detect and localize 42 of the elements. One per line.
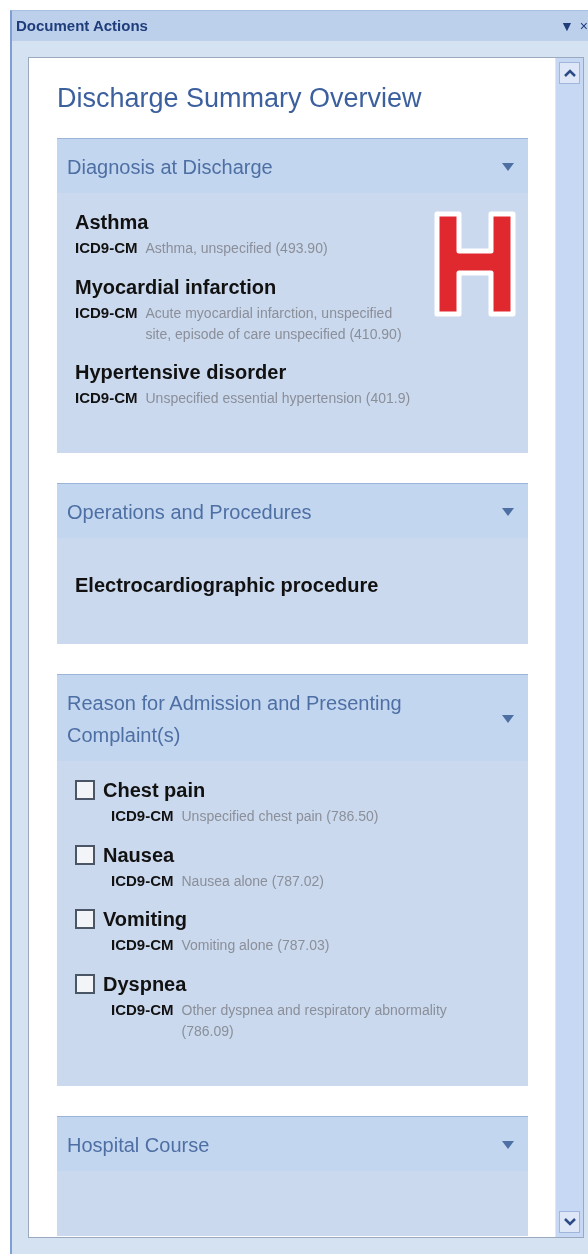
code-description: Nausea alone (787.02)	[181, 871, 324, 891]
section-title: Reason for Admission and Presenting Complaint(s)	[67, 691, 403, 749]
scrollbar[interactable]	[555, 58, 583, 1237]
code-description: Other dyspnea and respiratory abnormality (786.09)	[181, 1000, 448, 1041]
code-description: Acute myocardial infarction, unspecified site, episode of care unspecified (410.90)	[145, 303, 403, 344]
code-system: ICD9-CM	[75, 238, 138, 259]
code-system: ICD9-CM	[111, 806, 174, 827]
item-name: Myocardial infarction	[75, 274, 277, 300]
item-name: Chest pain	[103, 778, 206, 804]
section-title: Diagnosis at Discharge	[67, 155, 273, 181]
item-name: Electrocardiographic procedure	[75, 573, 380, 599]
panel-heading: Discharge Summary Overview	[57, 82, 423, 115]
code-description: Asthma, unspecified (493.90)	[145, 239, 328, 259]
section-title: Hospital Course	[67, 1132, 210, 1158]
code-system: ICD9-CM	[111, 999, 174, 1020]
close-button[interactable]: ×	[579, 15, 588, 37]
item-name: Hypertensive disorder	[75, 359, 287, 385]
pane-menu-button[interactable]: ▼	[559, 15, 574, 37]
collapse-caret-icon[interactable]	[502, 163, 514, 172]
pane-title: Document Actions	[16, 15, 148, 36]
code-description: Unspecified essential hypertension (401.9)	[145, 388, 411, 408]
scroll-up-icon[interactable]	[559, 62, 580, 84]
code-system: ICD9-CM	[111, 935, 174, 956]
checkbox[interactable]	[75, 844, 95, 865]
checkbox[interactable]	[75, 909, 95, 930]
collapse-caret-icon[interactable]	[502, 1140, 514, 1149]
scroll-down-icon[interactable]	[559, 1211, 580, 1233]
item-name: Dyspnea	[103, 971, 187, 997]
checkbox[interactable]	[75, 780, 95, 801]
item-name: Asthma	[75, 210, 149, 236]
checkbox[interactable]	[75, 973, 95, 994]
item-name: Nausea	[103, 842, 175, 868]
item-name: Vomiting	[103, 907, 188, 933]
section-title: Operations and Procedures	[67, 500, 312, 526]
collapse-caret-icon[interactable]	[502, 715, 514, 724]
code-system: ICD9-CM	[75, 387, 138, 408]
code-system: ICD9-CM	[75, 302, 138, 323]
code-system: ICD9-CM	[111, 870, 174, 891]
code-description: Vomiting alone (787.03)	[181, 936, 330, 956]
hospital-icon	[432, 209, 518, 320]
collapse-caret-icon[interactable]	[502, 508, 514, 517]
code-description: Unspecified chest pain (786.50)	[181, 807, 379, 827]
